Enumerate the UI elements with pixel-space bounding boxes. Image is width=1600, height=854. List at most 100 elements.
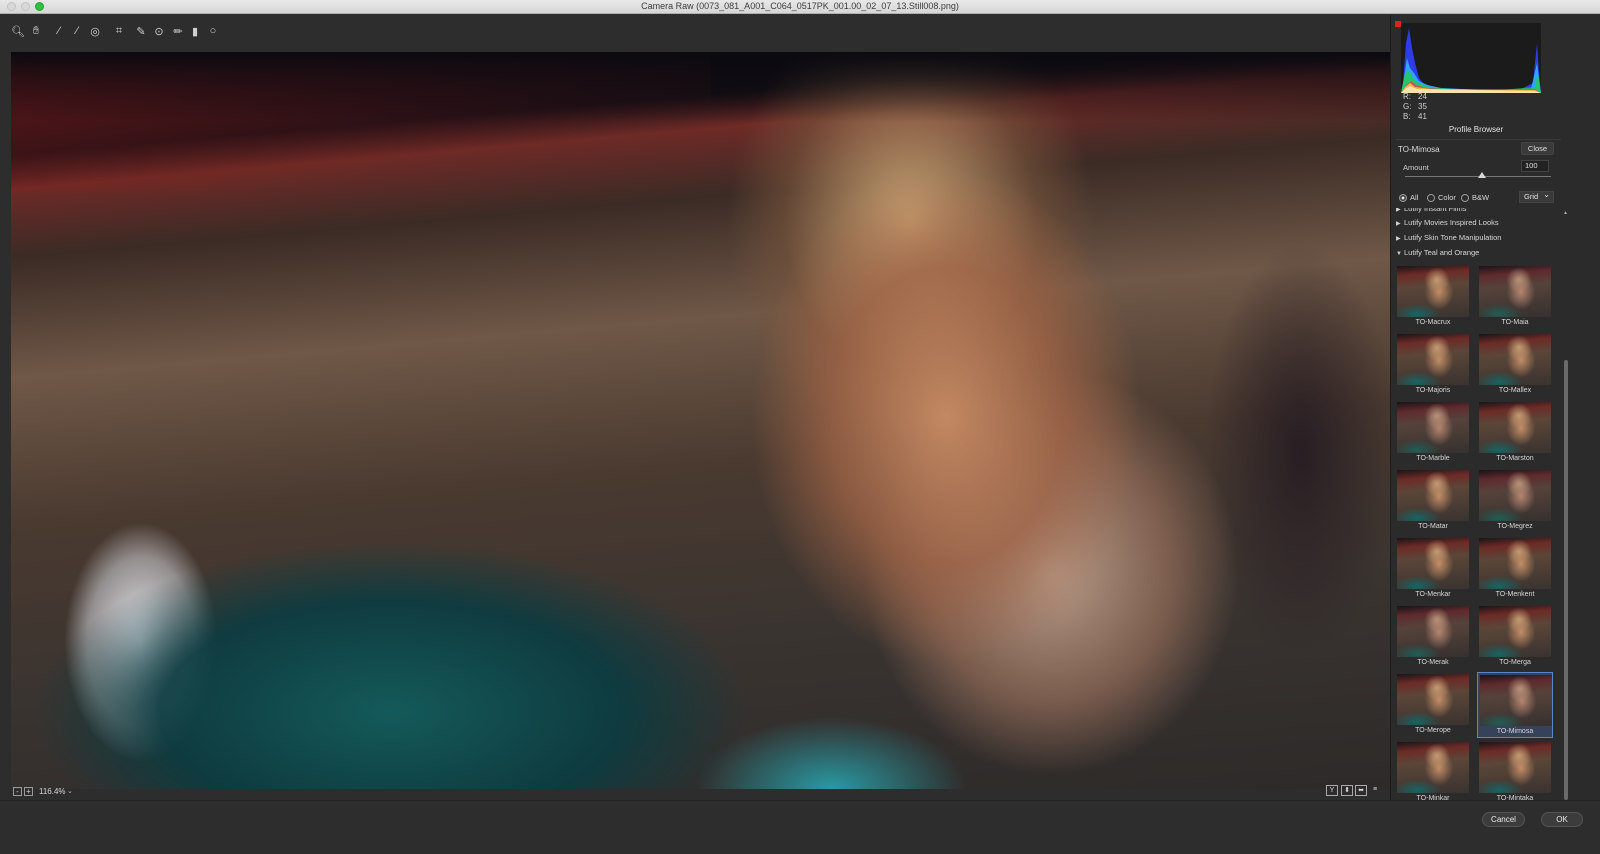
profile-thumbnail-label: TO-Maia bbox=[1501, 319, 1529, 326]
profile-group[interactable]: ▼ Lutify Teal and Orange bbox=[1396, 248, 1479, 257]
radio-icon bbox=[1427, 193, 1435, 202]
white-balance-tool-icon[interactable]: ⁄ bbox=[51, 23, 67, 39]
rgb-readout-r: R: 24 bbox=[1403, 92, 1427, 101]
hand-tool-icon[interactable]: ✋︎ bbox=[28, 23, 44, 39]
scroll-up-icon[interactable]: ▲ bbox=[1563, 210, 1568, 216]
ok-button[interactable]: OK bbox=[1541, 812, 1583, 827]
profile-thumbnail[interactable]: TO-Macrux bbox=[1395, 264, 1471, 330]
profile-thumbnail-label: TO-Majoris bbox=[1415, 387, 1451, 394]
camera-raw-window: Camera Raw (0073_081_A001_C064_0517PK_00… bbox=[0, 0, 1600, 854]
zoom-in-button[interactable]: + bbox=[24, 787, 33, 796]
disclosure-closed-icon[interactable]: ▶ bbox=[1396, 220, 1404, 227]
shadow-clipping-warning-icon[interactable] bbox=[1395, 21, 1401, 27]
profile-group-label: Lutify Skin Tone Manipulation bbox=[1404, 233, 1502, 242]
profile-preview-image bbox=[1479, 470, 1551, 521]
toolbar: 🔍︎ ✋︎ ⁄ ⁄ ◎ ⌗ ✎ ⊙ ✏ ▮ ○ bbox=[0, 15, 1417, 47]
swap-before-after-button[interactable]: ⬍ bbox=[1341, 785, 1353, 796]
profile-preview-image bbox=[1479, 606, 1551, 657]
amount-slider-thumb[interactable] bbox=[1478, 172, 1487, 178]
profile-thumbnail[interactable]: TO-Merak bbox=[1395, 604, 1471, 670]
profile-thumbnail-label: TO-Megrez bbox=[1497, 523, 1533, 530]
right-panel: R: 24 G: 35 B: 41 Profile Browser TO-Mimosa… bbox=[1390, 15, 1600, 815]
cancel-button[interactable]: Cancel bbox=[1482, 812, 1525, 827]
profile-thumbnail-label: TO-Marble bbox=[1416, 455, 1450, 462]
profile-thumbnail[interactable]: TO-Merope bbox=[1395, 672, 1471, 738]
profile-preview-image bbox=[1479, 742, 1551, 793]
profile-group[interactable]: ▶ Lutify Movies Inspired Looks bbox=[1396, 218, 1499, 227]
profile-preview-image bbox=[1479, 266, 1551, 317]
zoom-tool-icon[interactable]: 🔍︎ bbox=[10, 23, 26, 39]
profile-group-label: Lutify Instant Films bbox=[1404, 208, 1467, 213]
view-mode-select[interactable]: Grid bbox=[1519, 190, 1554, 203]
profile-thumbnail[interactable]: TO-Mintaka bbox=[1477, 740, 1553, 806]
title-bar: Camera Raw (0073_081_A001_C064_0517PK_00… bbox=[0, 0, 1600, 14]
profile-thumbnail[interactable]: TO-Mimosa bbox=[1477, 672, 1553, 738]
profile-browser-title: Profile Browser bbox=[1448, 125, 1504, 134]
profile-preview-image bbox=[1397, 470, 1469, 521]
profile-thumbnail-label: TO-Merga bbox=[1499, 659, 1531, 666]
current-profile-name: TO-Mimosa bbox=[1398, 145, 1440, 154]
profile-group[interactable]: ▶ Lutify Skin Tone Manipulation bbox=[1396, 233, 1501, 242]
photo-overlay-dark bbox=[11, 52, 1409, 122]
filter-all-radio[interactable]: All bbox=[1399, 193, 1418, 202]
profile-preview-image bbox=[1479, 402, 1551, 453]
crop-tool-icon[interactable]: ⌗ bbox=[111, 23, 127, 39]
profile-thumbnail[interactable]: TO-Majoris bbox=[1395, 332, 1471, 398]
disclosure-open-icon[interactable]: ▼ bbox=[1396, 251, 1404, 257]
profile-thumbnail[interactable]: TO-Merga bbox=[1477, 604, 1553, 670]
image-preview[interactable] bbox=[11, 52, 1409, 789]
rgb-readout-b: B: 41 bbox=[1403, 112, 1427, 121]
filter-bw-radio[interactable]: B&W bbox=[1461, 193, 1489, 202]
profile-list-scrollbar[interactable]: ▲ ▼ bbox=[1563, 210, 1569, 810]
close-profile-browser-button[interactable]: Close bbox=[1521, 142, 1554, 155]
dialog-footer: Cancel OK bbox=[0, 800, 1600, 854]
profile-thumbnail-label: TO-Matar bbox=[1418, 523, 1448, 530]
profile-thumbnail[interactable]: TO-Menkar bbox=[1395, 536, 1471, 602]
disclosure-closed-icon[interactable]: ▶ bbox=[1396, 208, 1404, 213]
profile-thumbnail[interactable]: TO-Minkar bbox=[1395, 740, 1471, 806]
profile-group[interactable]: ▶ Lutify Instant Films bbox=[1396, 208, 1467, 213]
profile-thumbnail[interactable]: TO-Matar bbox=[1395, 468, 1471, 534]
scroll-thumb[interactable] bbox=[1564, 360, 1568, 800]
profile-thumbnail[interactable]: TO-Megrez bbox=[1477, 468, 1553, 534]
before-after-toggle-button[interactable]: Y bbox=[1326, 785, 1338, 796]
profile-preview-image bbox=[1397, 334, 1469, 385]
profile-preview-image bbox=[1397, 606, 1469, 657]
targeted-adjustment-tool-icon[interactable]: ◎ bbox=[87, 23, 103, 39]
spot-removal-tool-icon[interactable]: ✎ bbox=[133, 23, 149, 39]
copy-settings-button[interactable]: ⬌ bbox=[1355, 785, 1367, 796]
zoom-dropdown-icon[interactable]: ⌄ bbox=[67, 787, 73, 795]
filter-color-radio[interactable]: Color bbox=[1427, 193, 1456, 202]
profile-preview-image bbox=[1479, 334, 1551, 385]
status-bar: - + 116.4% ⌄ Y ⬍ ⬌ ≡ bbox=[0, 782, 1390, 800]
profile-thumbnail[interactable]: TO-Marble bbox=[1395, 400, 1471, 466]
profile-preview-image bbox=[1480, 675, 1552, 726]
profile-thumbnail-label: TO-Merope bbox=[1415, 727, 1451, 734]
zoom-out-button[interactable]: - bbox=[13, 787, 22, 796]
adjustment-brush-tool-icon[interactable]: ✏ bbox=[170, 23, 186, 39]
profile-thumbnail[interactable]: TO-Menkent bbox=[1477, 536, 1553, 602]
profile-preview-image bbox=[1397, 402, 1469, 453]
profile-thumbnail[interactable]: TO-Maia bbox=[1477, 264, 1553, 330]
disclosure-closed-icon[interactable]: ▶ bbox=[1396, 235, 1404, 242]
profile-preview-image bbox=[1397, 674, 1469, 725]
profile-thumbnail[interactable]: TO-Mallex bbox=[1477, 332, 1553, 398]
color-sampler-tool-icon[interactable]: ⁄ bbox=[69, 23, 85, 39]
settings-menu-icon[interactable]: ≡ bbox=[1369, 785, 1381, 796]
red-eye-tool-icon[interactable]: ⊙ bbox=[151, 23, 167, 39]
profile-group-label: Lutify Movies Inspired Looks bbox=[1404, 218, 1499, 227]
amount-label: Amount bbox=[1403, 163, 1429, 172]
amount-field[interactable]: 100 bbox=[1521, 160, 1549, 172]
zoom-level[interactable]: 116.4% bbox=[39, 787, 66, 796]
radio-icon bbox=[1461, 193, 1469, 202]
profile-preview-image bbox=[1397, 266, 1469, 317]
graduated-filter-tool-icon[interactable]: ▮ bbox=[187, 23, 203, 39]
radial-filter-tool-icon[interactable]: ○ bbox=[205, 23, 221, 39]
profile-thumbnail-label: TO-Macrux bbox=[1415, 319, 1451, 326]
rgb-readout-g: G: 35 bbox=[1403, 102, 1427, 111]
profile-thumbnail-label: TO-Mallex bbox=[1498, 387, 1532, 394]
profile-thumbnail-label: TO-Menkent bbox=[1495, 591, 1535, 598]
profile-preview-image bbox=[1479, 538, 1551, 589]
profile-thumbnail[interactable]: TO-Marston bbox=[1477, 400, 1553, 466]
radio-selected-icon bbox=[1399, 193, 1407, 202]
